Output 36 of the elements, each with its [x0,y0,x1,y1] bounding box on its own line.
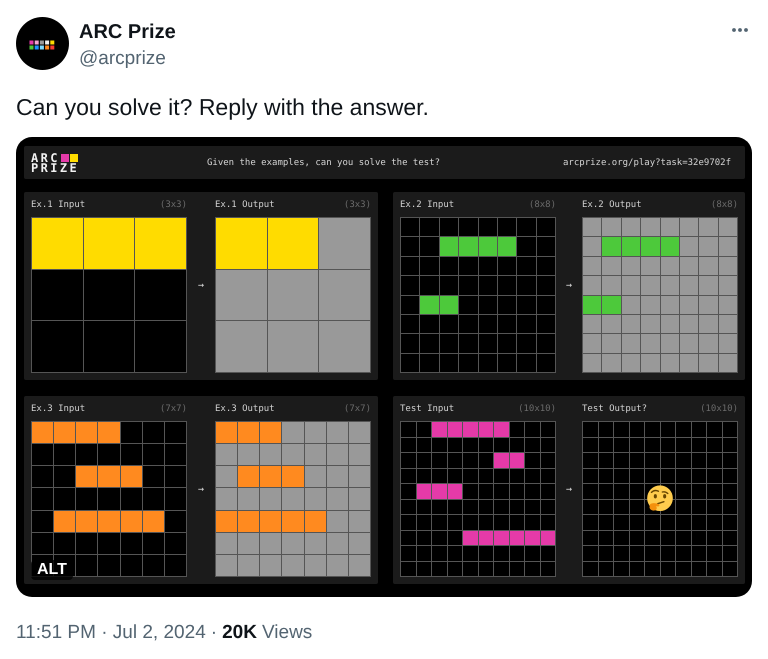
prompt-text: Given the examples, can you solve the test? [207,156,441,168]
grid-size: (3x3) [160,199,187,211]
alt-button[interactable]: ALT [31,560,73,580]
arrow-text: → [198,280,204,292]
grid-title: Ex.2 Output [582,199,642,211]
author-name[interactable]: ARC Prize [79,19,176,45]
author-handle[interactable]: @arcprize [79,46,166,72]
url-text: arcprize.org/play?task=32e9702f [563,156,731,168]
grid-title: Test Input [400,403,454,415]
logo-text: ARC [31,152,60,162]
grid-size: (7x7) [160,403,187,415]
grid-title: Ex.3 Output [215,403,275,415]
arrow-text: → [198,484,204,496]
grid-title: Ex.3 Input [31,403,86,415]
arrow-text: → [566,484,572,496]
avatar-icon[interactable] [16,17,69,70]
views-label: Views [262,621,312,645]
grid-size: (3x3) [344,199,371,211]
grid-size: (10x10) [518,403,556,415]
grid-size: (7x7) [344,403,371,415]
view-count: 20K [222,621,257,645]
grid-title: Test Output? [582,403,648,415]
separator-text: · [210,621,218,645]
thinking-face-icon [646,485,674,513]
arrow-text: → [566,280,572,292]
media-card[interactable] [16,137,752,597]
grid-size: (8x8) [710,199,738,211]
grid-title: Ex.2 Input [400,199,454,211]
tweet-text: Can you solve it? Reply with the answer. [16,93,429,122]
grid-title: Ex.1 Output [215,199,275,211]
grid-size: (8x8) [528,199,556,211]
more-icon[interactable] [732,28,748,32]
grid-size: (10x10) [700,403,738,415]
logo-text: PRIZE [31,162,80,172]
grid-title: Ex.1 Input [31,199,86,211]
timestamp-link[interactable]: 11:51 PM · Jul 2, 2024 [16,621,206,645]
